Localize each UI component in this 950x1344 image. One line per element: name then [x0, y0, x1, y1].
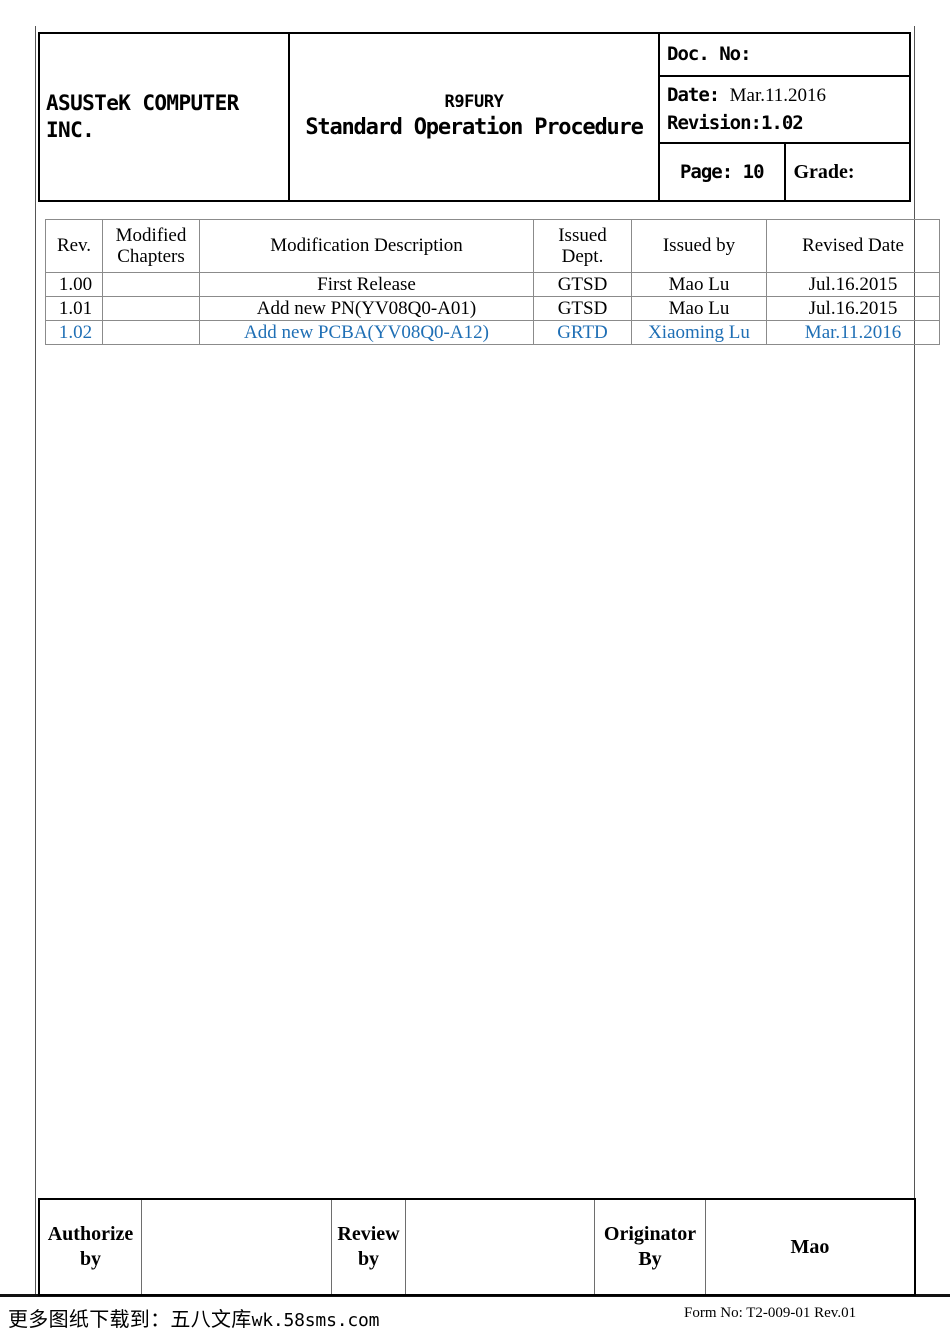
review-by-label: Review by	[331, 1198, 406, 1296]
footer-form-no: Form No: T2-009-01 Rev.01	[684, 1305, 857, 1321]
cell-modified-chapters	[102, 320, 200, 345]
revision-label: Revision:	[667, 111, 762, 134]
date-revision-cell: Date: Mar.11.2016 Revision:1.02	[658, 75, 911, 144]
footer-download-note: 更多图纸下载到：五八文库wk.58sms.com	[8, 1303, 379, 1332]
cell-issued-by: Mao Lu	[631, 296, 767, 321]
column-header-modified-chapters: Modified Chapters	[102, 219, 200, 273]
column-header-revised-date: Revised Date	[766, 219, 940, 273]
cell-modified-chapters	[102, 272, 200, 297]
cell-rev: 1.00	[45, 272, 103, 297]
column-header-issued-dept: Issued Dept.	[533, 219, 632, 273]
page-frame	[35, 26, 915, 1294]
signature-row: Authorize by Review by Originator By Mao	[38, 1198, 916, 1296]
originator-by-label: Originator By	[594, 1198, 706, 1296]
revision-value: 1.02	[760, 111, 804, 134]
review-by-label-line2: by	[357, 1248, 380, 1270]
cell-issued-by: Xiaoming Lu	[631, 320, 767, 345]
column-header-modification-description: Modification Description	[199, 219, 534, 273]
footer-download-note-cjk: 更多图纸下载到：五八文库	[8, 1309, 252, 1331]
table-header-row: Rev. Modified Chapters Modification Desc…	[45, 219, 940, 273]
doc-no-cell: Doc. No:	[658, 32, 911, 77]
cell-description: Add new PN(YV08Q0-A01)	[199, 296, 534, 321]
cell-issued-dept: GTSD	[533, 272, 632, 297]
table-row: 1.01 Add new PN(YV08Q0-A01) GTSD Mao Lu …	[45, 296, 940, 321]
authorize-by-value	[141, 1198, 332, 1296]
date-row: Date: Mar.11.2016	[667, 82, 909, 110]
column-header-modified-chapters-line1: Modified	[115, 224, 187, 246]
originator-by-label-line2: By	[638, 1248, 662, 1270]
grade-label: Grade:	[793, 160, 855, 183]
table-row: 1.00 First Release GTSD Mao Lu Jul.16.20…	[45, 272, 940, 297]
review-by-label-line1: Review	[337, 1223, 400, 1245]
revision-row: Revision:1.02	[667, 110, 909, 138]
cell-description: First Release	[199, 272, 534, 297]
originator-by-label-line1: Originator	[603, 1223, 697, 1245]
cell-revised-date: Jul.16.2015	[766, 296, 940, 321]
page-number-cell: Page: 10	[658, 142, 786, 202]
authorize-by-label: Authorize by	[38, 1198, 142, 1296]
cell-revised-date: Mar.11.2016	[766, 320, 940, 345]
cell-issued-by: Mao Lu	[631, 272, 767, 297]
cell-description: Add new PCBA(YV08Q0-A12)	[199, 320, 534, 345]
cell-rev: 1.01	[45, 296, 103, 321]
grade-cell: Grade:	[783, 142, 911, 202]
column-header-issued-dept-line1: Issued	[558, 224, 607, 246]
footer-download-note-url: wk.58sms.com	[251, 1310, 380, 1331]
review-by-value	[405, 1198, 595, 1296]
company-name: ASUSTeK COMPUTER INC.	[46, 91, 239, 142]
date-value: Mar.11.2016	[729, 84, 827, 106]
doc-no-label: Doc. No:	[667, 43, 752, 65]
cell-rev: 1.02	[45, 320, 103, 345]
table-row: 1.02 Add new PCBA(YV08Q0-A12) GRTD Xiaom…	[45, 320, 940, 345]
company-name-cell: ASUSTeK COMPUTER INC.	[38, 32, 290, 202]
product-title: R9FURY	[444, 92, 504, 113]
column-header-rev: Rev.	[45, 219, 103, 273]
signature-table: Authorize by Review by Originator By Mao	[38, 1198, 916, 1296]
authorize-by-label-line1: Authorize	[47, 1223, 134, 1245]
date-label: Date:	[667, 83, 720, 106]
document-title: Standard Operation Procedure	[305, 115, 643, 141]
cell-revised-date: Jul.16.2015	[766, 272, 940, 297]
cell-modified-chapters	[102, 296, 200, 321]
page-value: 10	[742, 161, 765, 183]
column-header-modified-chapters-line2: Chapters	[117, 246, 185, 267]
cell-issued-dept: GTSD	[533, 296, 632, 321]
originator-by-value: Mao	[705, 1198, 916, 1296]
document-header-table: ASUSTeK COMPUTER INC. R9FURY Standard Op…	[38, 32, 911, 202]
authorize-by-label-line2: by	[79, 1248, 102, 1270]
document-title-cell: R9FURY Standard Operation Procedure	[288, 32, 660, 202]
revision-history-table: Rev. Modified Chapters Modification Desc…	[45, 219, 940, 345]
cell-issued-dept: GRTD	[533, 320, 632, 345]
column-header-issued-by: Issued by	[631, 219, 767, 273]
column-header-issued-dept-line2: Dept.	[561, 246, 604, 267]
page-label: Page:	[679, 161, 733, 183]
